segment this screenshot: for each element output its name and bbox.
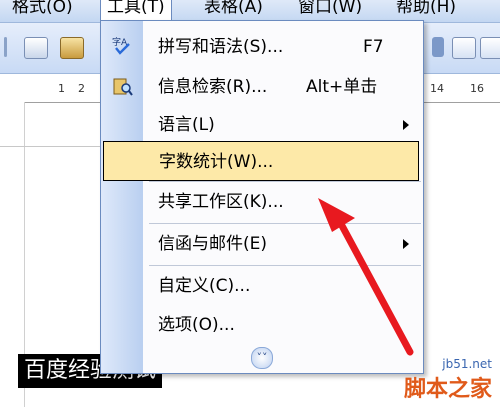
font-color-icon[interactable] [452, 37, 476, 59]
paste-icon[interactable] [60, 37, 84, 59]
menu-item-shared-workspace[interactable]: 共享工作区(K)... [101, 182, 423, 222]
menu-item-spelling[interactable]: 字A 拼写和语法(S)... F7 [101, 27, 423, 67]
menu-tools[interactable]: 工具(T) [100, 0, 172, 20]
menu-item-label: 拼写和语法(S)... [158, 37, 284, 57]
menu-item-customize[interactable]: 自定义(C)... [101, 266, 423, 306]
submenu-arrow-icon [403, 120, 409, 130]
watermark-site: jb51.net [442, 357, 492, 371]
menu-item-label: 信函与邮件(E) [158, 234, 268, 254]
ruler-tick: 14 [430, 82, 444, 95]
menu-item-label: 选项(O)... [158, 315, 235, 335]
menu-item-language[interactable]: 语言(L) [101, 105, 423, 145]
dropdown-arrow-icon[interactable] [432, 37, 444, 57]
menu-format[interactable]: 格式(O) [6, 0, 79, 20]
menu-table[interactable]: 表格(A) [198, 0, 269, 20]
menu-item-label: 信息检索(R)... [158, 77, 268, 97]
copy-icon[interactable] [24, 37, 48, 59]
menu-help[interactable]: 帮助(H) [390, 0, 462, 20]
menu-item-label: 语言(L) [158, 115, 215, 135]
menu-item-word-count[interactable]: 字数统计(W)... [103, 141, 419, 181]
menu-item-shortcut: F7 [363, 37, 384, 57]
toolbar-grip-icon [4, 37, 7, 57]
menu-window[interactable]: 窗口(W) [292, 0, 368, 20]
tools-dropdown-menu: 字A 拼写和语法(S)... F7 信息检索(R)... Alt+单击 语言(L… [100, 20, 424, 374]
menu-item-letters-mailings[interactable]: 信函与邮件(E) [101, 224, 423, 264]
format-icon[interactable] [480, 37, 500, 59]
spelling-check-icon: 字A [112, 36, 130, 55]
ruler-tick: 2 [78, 82, 85, 95]
page-boundary-line [0, 146, 100, 147]
menu-item-label: 字数统计(W)... [159, 152, 274, 172]
menu-item-label: 自定义(C)... [158, 276, 251, 296]
research-icon [113, 78, 133, 96]
menu-item-options[interactable]: 选项(O)... [101, 305, 423, 345]
menu-item-label: 共享工作区(K)... [158, 192, 284, 212]
watermark-brand: 脚本之家 [403, 377, 492, 402]
submenu-arrow-icon [403, 239, 409, 249]
chevron-double-down-icon[interactable]: ˅˅ [251, 347, 273, 369]
ruler-tick: 16 [470, 82, 484, 95]
menu-item-shortcut: Alt+单击 [306, 77, 378, 97]
menu-item-research[interactable]: 信息检索(R)... Alt+单击 [101, 67, 423, 107]
ruler-tick: 1 [58, 82, 65, 95]
watermark: jb51.net 脚本之家 [404, 357, 492, 403]
